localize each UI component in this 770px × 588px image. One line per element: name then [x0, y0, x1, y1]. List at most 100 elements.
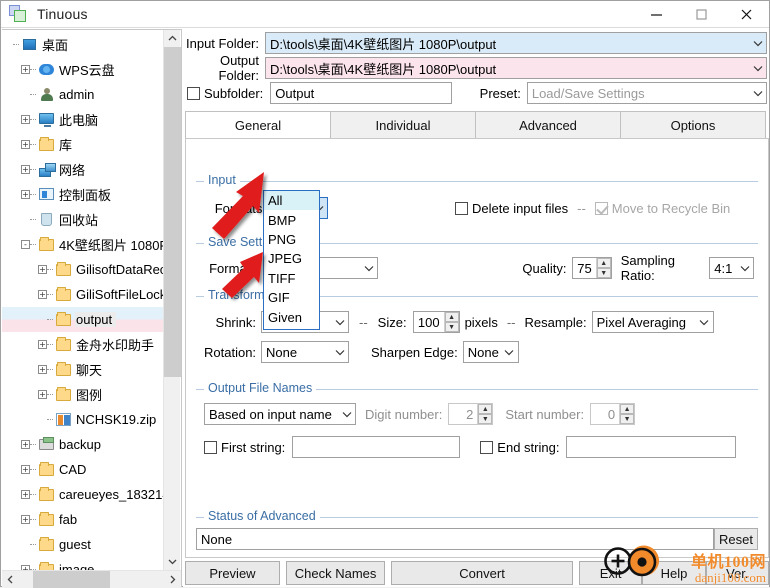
tree-item-此电脑[interactable]: + 此电脑 — [2, 107, 164, 132]
chevron-down-icon[interactable] — [331, 319, 348, 326]
tree-item-桌面[interactable]: 桌面 — [2, 32, 164, 57]
expand-icon[interactable]: + — [21, 490, 30, 499]
chevron-down-icon[interactable] — [696, 319, 713, 326]
sampling-ratio-combo[interactable]: 4:1 — [709, 257, 754, 279]
tab-options[interactable]: Options — [620, 111, 766, 139]
input-formats-dropdown-list[interactable]: All BMP PNG JPEG TIFF GIF Given — [263, 190, 320, 330]
scroll-right-icon[interactable] — [164, 571, 181, 588]
tree-item-GiliSoftFileLock[interactable]: + GiliSoftFileLock — [2, 282, 164, 307]
output-name-mode-combo[interactable]: Based on input name — [204, 403, 356, 425]
dropdown-option-bmp[interactable]: BMP — [264, 210, 319, 229]
start-number-stepper[interactable]: ▲ ▼ — [619, 404, 635, 424]
sharpen-edge-combo[interactable]: None — [462, 341, 519, 363]
start-number-spinner[interactable]: 0 ▲ ▼ — [590, 403, 636, 425]
reset-button[interactable]: Reset — [714, 528, 758, 550]
tree-vertical-scroll-thumb[interactable] — [164, 47, 181, 377]
tree-item-库[interactable]: + 库 — [2, 132, 164, 157]
chevron-down-icon[interactable] — [338, 411, 355, 418]
stepper-down-icon[interactable]: ▼ — [444, 322, 459, 332]
tree-item-4K壁纸图片 1080P[interactable]: - 4K壁纸图片 1080P — [2, 232, 164, 257]
chevron-down-icon[interactable] — [501, 349, 518, 356]
quality-stepper[interactable]: ▲ ▼ — [595, 258, 611, 278]
stepper-up-icon[interactable]: ▲ — [478, 404, 493, 414]
output-folder-combo[interactable]: D:\tools\桌面\4K壁纸图片 1080P\output — [265, 57, 767, 79]
tree-horizontal-scrollbar[interactable] — [2, 570, 181, 588]
expand-icon[interactable]: + — [38, 265, 47, 274]
close-icon[interactable] — [724, 1, 769, 28]
tab-individual[interactable]: Individual — [330, 111, 476, 139]
convert-button[interactable]: Convert — [391, 561, 573, 585]
maximize-icon[interactable] — [679, 1, 724, 28]
tree-item-聊天[interactable]: + 聊天 — [2, 357, 164, 382]
first-string-checkbox[interactable] — [204, 440, 217, 454]
check-names-button[interactable]: Check Names — [285, 561, 386, 585]
preview-button[interactable]: Preview — [185, 561, 280, 585]
tree-item-careueyes_183214[interactable]: + careueyes_183214 — [2, 482, 164, 507]
expand-icon[interactable]: + — [38, 340, 47, 349]
scroll-down-icon[interactable] — [164, 553, 181, 570]
tree-item-image[interactable]: + image — [2, 557, 164, 570]
preset-combo[interactable]: Load/Save Settings — [526, 82, 767, 104]
tree-item-WPS云盘[interactable]: + WPS云盘 — [2, 57, 164, 82]
first-string-input[interactable] — [292, 436, 461, 458]
rotation-combo[interactable]: None — [261, 341, 349, 363]
tree-item-CAD[interactable]: + CAD — [2, 457, 164, 482]
dropdown-option-all[interactable]: All — [264, 191, 319, 211]
dropdown-option-jpeg[interactable]: JPEG — [264, 249, 319, 268]
expand-icon[interactable]: + — [38, 290, 47, 299]
size-spinner[interactable]: 100 ▲ ▼ — [412, 311, 460, 333]
quality-spinner[interactable]: 75 ▲ ▼ — [572, 257, 612, 279]
stepper-down-icon[interactable]: ▼ — [620, 414, 635, 424]
chevron-down-icon[interactable] — [360, 265, 377, 272]
expand-icon[interactable]: + — [21, 165, 30, 174]
delete-input-files-checkbox[interactable] — [455, 201, 468, 215]
end-string-input[interactable] — [566, 436, 737, 458]
scroll-left-icon[interactable] — [2, 571, 19, 588]
size-stepper[interactable]: ▲ ▼ — [443, 312, 459, 332]
dropdown-option-given[interactable]: Given — [264, 307, 319, 326]
expand-icon[interactable]: + — [21, 440, 30, 449]
subfolder-checkbox[interactable] — [187, 86, 200, 100]
chevron-down-icon[interactable] — [736, 265, 753, 272]
chevron-down-icon[interactable] — [749, 40, 766, 47]
expand-icon[interactable]: + — [21, 115, 30, 124]
stepper-up-icon[interactable]: ▲ — [444, 312, 459, 322]
tree-item-admin[interactable]: admin — [2, 82, 164, 107]
tab-general[interactable]: General — [185, 111, 331, 139]
expand-icon[interactable]: + — [21, 515, 30, 524]
expand-icon[interactable]: + — [21, 65, 30, 74]
end-string-checkbox[interactable] — [480, 440, 494, 454]
chevron-down-icon[interactable] — [749, 65, 766, 72]
folder-tree[interactable]: 桌面 + WPS云盘 admin + 此电脑 + 库 + 网络 + 控制面板 回收站 -4K壁纸图片 10… — [2, 30, 164, 570]
tree-item-fab[interactable]: + fab — [2, 507, 164, 532]
resample-combo[interactable]: Pixel Averaging — [591, 311, 714, 333]
dropdown-option-png[interactable]: PNG — [264, 230, 319, 249]
tree-item-网络[interactable]: + 网络 — [2, 157, 164, 182]
chevron-down-icon[interactable] — [331, 349, 348, 356]
dropdown-option-gif[interactable]: GIF — [264, 288, 319, 307]
tree-item-NCHSK19.zip[interactable]: NCHSK19.zip — [2, 407, 164, 432]
tree-horizontal-scroll-thumb[interactable] — [33, 571, 110, 588]
tree-item-output[interactable]: output — [2, 307, 164, 332]
expand-icon[interactable]: + — [21, 465, 30, 474]
input-folder-combo[interactable]: D:\tools\桌面\4K壁纸图片 1080P\output — [265, 32, 767, 54]
tree-item-控制面板[interactable]: + 控制面板 — [2, 182, 164, 207]
expand-icon[interactable]: + — [21, 190, 30, 199]
scroll-up-icon[interactable] — [164, 30, 181, 47]
tree-vertical-scrollbar[interactable] — [163, 30, 181, 570]
expand-icon[interactable]: + — [21, 140, 30, 149]
collapse-icon[interactable]: - — [21, 240, 30, 249]
tab-advanced[interactable]: Advanced — [475, 111, 621, 139]
minimize-icon[interactable] — [634, 1, 679, 28]
dropdown-option-tiff[interactable]: TIFF — [264, 269, 319, 288]
tree-item-回收站[interactable]: 回收站 — [2, 207, 164, 232]
stepper-down-icon[interactable]: ▼ — [596, 268, 611, 278]
tree-item-金舟水印助手[interactable]: + 金舟水印助手 — [2, 332, 164, 357]
chevron-down-icon[interactable] — [749, 90, 766, 97]
expand-icon[interactable]: + — [38, 365, 47, 374]
stepper-up-icon[interactable]: ▲ — [620, 404, 635, 414]
digit-number-stepper[interactable]: ▲ ▼ — [477, 404, 493, 424]
subfolder-input[interactable]: Output — [270, 82, 452, 104]
tree-item-GilisoftDataRecove[interactable]: + GilisoftDataRecove — [2, 257, 164, 282]
expand-icon[interactable]: + — [38, 390, 47, 399]
